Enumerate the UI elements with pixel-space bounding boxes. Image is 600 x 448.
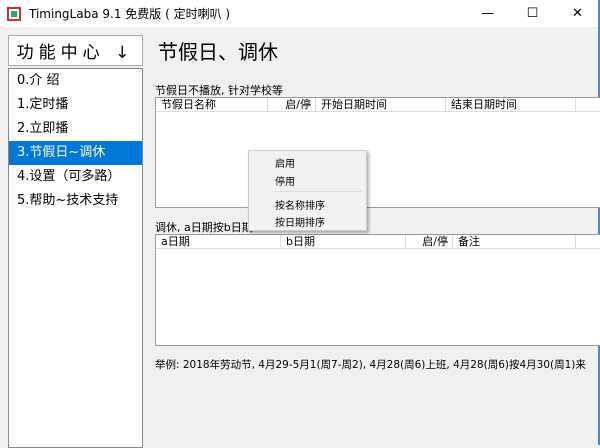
sidebar-item-settings[interactable]: 4.设置（可多路） [9,165,142,189]
column-header[interactable]: 结束日期时间 [446,98,576,111]
column-header[interactable]: 启/停 [268,98,316,111]
sidebar-item-holidays[interactable]: 3.节假日~调休 [9,141,142,165]
swap-label: 调休, a日期按b日期 [155,221,253,234]
menu-item-sort-by-name[interactable]: 按名称排序 [275,197,325,212]
column-header [576,235,598,248]
menu-item-enable[interactable]: 启用 [275,155,295,170]
sidebar-item-intro[interactable]: 0.介 绍 [9,69,142,93]
maximize-button[interactable]: ☐ [510,0,555,27]
function-center-button[interactable]: 功能中心 ↓ [8,35,143,66]
column-header[interactable]: a日期 [156,235,281,248]
column-header[interactable]: b日期 [281,235,406,248]
example-text: 举例: 2018年劳动节, 4月29-5月1(周7-周2), 4月28(周6)上… [155,359,586,371]
title-bar: TimingLaba 9.1 免费版 ( 定时喇叭 ) — ☐ ✕ [0,0,600,27]
sidebar-item-instant-play[interactable]: 2.立即播 [9,117,142,141]
app-icon [7,6,21,21]
column-header[interactable]: 备注 [453,235,576,248]
context-menu: 启用 停用 按名称排序 按日期排序 [248,150,367,231]
holiday-table[interactable]: 节假日名称 启/停 开始日期时间 结束日期时间 [155,97,600,208]
holiday-label: 节假日不播放, 针对学校等 [155,84,283,97]
column-header[interactable]: 启/停 [406,235,453,248]
menu-item-sort-by-date[interactable]: 按日期排序 [275,214,325,229]
menu-item-disable[interactable]: 停用 [275,173,295,188]
sidebar-item-help[interactable]: 5.帮助~技术支持 [9,189,142,213]
sidebar-nav: 0.介 绍 1.定时播 2.立即播 3.节假日~调休 4.设置（可多路） 5.帮… [8,68,143,448]
sidebar-item-timed-play[interactable]: 1.定时播 [9,93,142,117]
column-header[interactable]: 节假日名称 [156,98,268,111]
menu-separator [273,191,362,192]
window-title: TimingLaba 9.1 免费版 ( 定时喇叭 ) [29,7,231,21]
page-title: 节假日、调休 [158,40,278,64]
minimize-button[interactable]: — [465,0,510,27]
column-header[interactable]: 开始日期时间 [316,98,446,111]
close-button[interactable]: ✕ [555,0,600,27]
column-header [576,98,598,111]
swap-table[interactable]: a日期 b日期 启/停 备注 [155,234,600,346]
